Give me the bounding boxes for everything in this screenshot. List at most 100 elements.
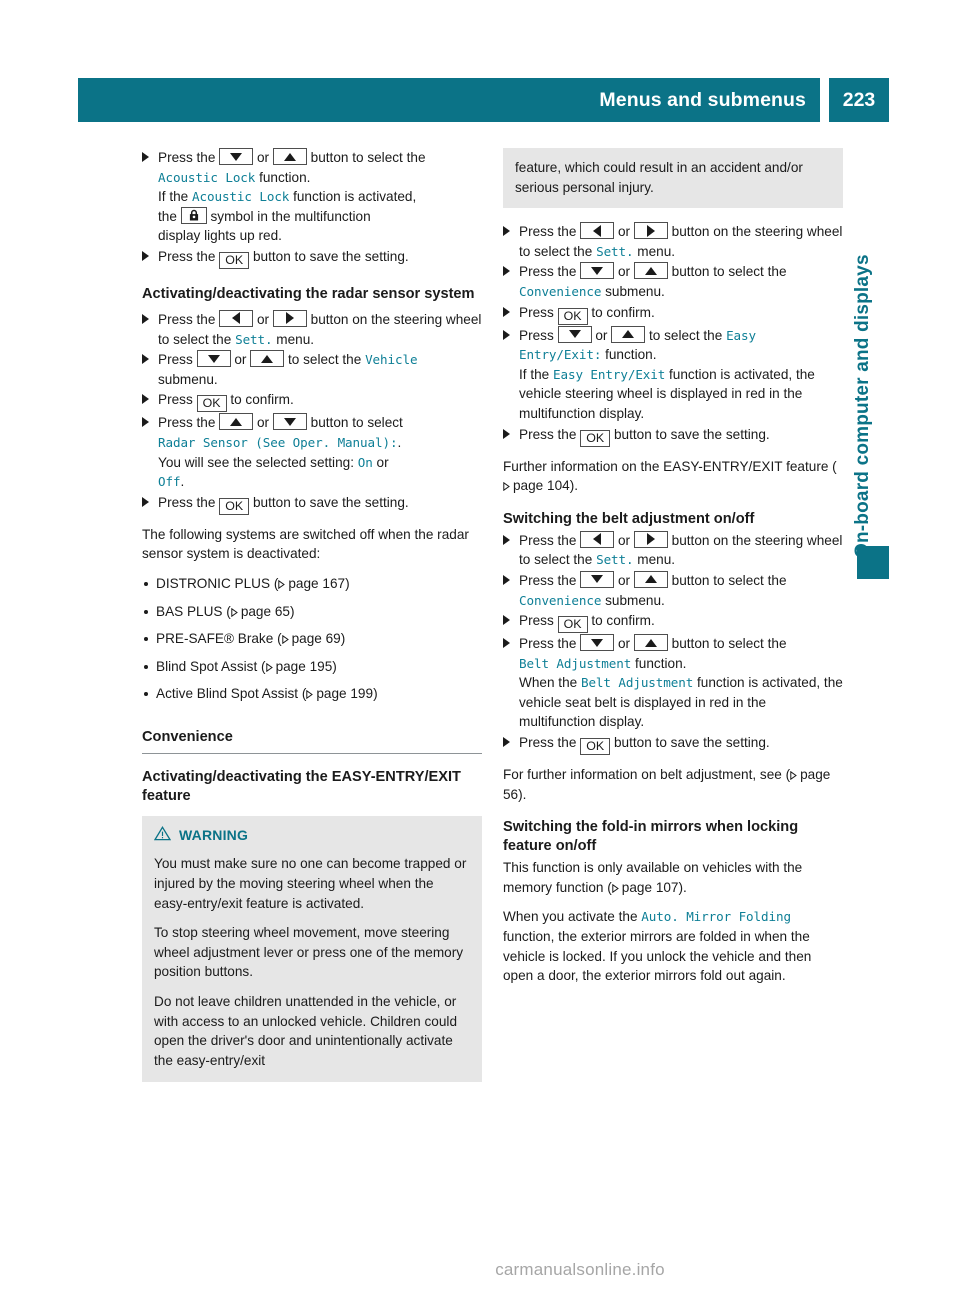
step-triangle-icon — [503, 226, 510, 237]
left-arrow-key[interactable] — [580, 530, 615, 548]
belt-note-end: ). — [518, 786, 527, 802]
easy-entry-steps: Press the or button on the steering whee… — [503, 222, 843, 447]
left-arrow-key[interactable] — [580, 222, 615, 240]
step-triangle-icon — [503, 534, 510, 545]
step-lead: Press the — [158, 311, 216, 327]
step-tail2: function. — [605, 347, 657, 363]
page-header-bar: Menus and submenus — [78, 78, 820, 122]
menu-label: Vehicle — [365, 352, 418, 368]
right-arrow-key[interactable] — [633, 530, 668, 548]
easy-entry-note: Further information on the EASY-ENTRY/EX… — [503, 457, 843, 496]
step-tail2: submenu. — [158, 371, 218, 387]
step-triangle-icon — [503, 428, 510, 439]
step-or: or — [256, 150, 270, 165]
menu-label: Belt Adjustment — [580, 675, 694, 691]
radar-sensor-steps: Press the or button on the steering whee… — [142, 309, 482, 515]
right-arrow-key[interactable] — [633, 222, 668, 240]
page-ref-label[interactable]: page 167 — [288, 576, 345, 591]
up-arrow-key[interactable] — [250, 350, 285, 368]
step-tail2: . — [397, 434, 402, 450]
section-side-tab: On-board computer and displays — [852, 254, 873, 558]
radar-systems-list: DISTRONIC PLUS (page 167) BAS PLUS (page… — [142, 574, 482, 704]
site-watermark: carmanualsonline.info — [0, 1260, 960, 1280]
step-tail: to confirm. — [230, 392, 294, 408]
up-arrow-key[interactable] — [633, 570, 668, 588]
warning-continued-box: feature, which could result in an accide… — [503, 148, 843, 209]
step-triangle-icon — [503, 329, 510, 340]
menu-label: Sett. — [596, 243, 634, 259]
belt-note-text: For further information on belt adjustme… — [503, 767, 791, 783]
belt-note: For further information on belt adjustme… — [503, 765, 843, 804]
left-arrow-key[interactable] — [219, 309, 254, 327]
up-arrow-key[interactable] — [633, 634, 668, 652]
up-arrow-key[interactable] — [633, 262, 668, 280]
step-item: Press the or button on the steering whee… — [142, 309, 482, 349]
page-ref-icon — [612, 883, 619, 893]
list-item-label: Active Blind Spot Assist — [156, 686, 299, 702]
step-tail2: menu. — [276, 331, 315, 347]
warning-continued-text: feature, which could result in an accide… — [515, 160, 803, 195]
up-arrow-key[interactable] — [611, 325, 646, 343]
down-arrow-key[interactable] — [580, 262, 615, 280]
right-arrow-key[interactable] — [272, 309, 307, 327]
ok-key[interactable]: OK — [196, 395, 227, 413]
page-ref-label[interactable]: page 195 — [276, 659, 333, 674]
page-title: Menus and submenus — [599, 88, 806, 111]
setting-on: On — [357, 454, 373, 470]
step-or: or — [617, 572, 631, 588]
up-arrow-key[interactable] — [272, 148, 307, 165]
down-arrow-key[interactable] — [219, 148, 254, 165]
convenience-heading-rule — [142, 752, 482, 754]
step-triangle-icon — [503, 266, 510, 277]
step-triangle-icon — [142, 394, 149, 405]
step-item: Press OK to confirm. — [503, 611, 843, 634]
ok-key[interactable]: OK — [219, 251, 250, 269]
page-ref-label[interactable]: page 65 — [241, 604, 290, 619]
step-triangle-icon — [142, 250, 149, 261]
easy-entry-note-text: Further information on the EASY-ENTRY/EX… — [503, 458, 837, 474]
step-lead: Press — [519, 613, 554, 629]
step-note-a: You will see the selected setting: — [158, 454, 354, 470]
down-arrow-key[interactable] — [272, 413, 307, 431]
step-note-c: the — [158, 208, 177, 224]
warning-paragraph: Do not leave children unattended in the … — [154, 994, 458, 1068]
page-ref-icon — [231, 607, 238, 617]
step-lead: Press the — [519, 636, 577, 652]
menu-label: Sett. — [596, 552, 634, 568]
ok-key[interactable]: OK — [580, 738, 611, 756]
down-arrow-key[interactable] — [196, 350, 231, 368]
mirror-description: When you activate the Auto. Mirror Foldi… — [503, 907, 843, 985]
down-arrow-key[interactable] — [580, 634, 615, 652]
page-ref-label[interactable]: page 107 — [622, 880, 679, 895]
ok-key[interactable]: OK — [219, 497, 250, 515]
step-triangle-icon — [142, 152, 149, 162]
list-item: DISTRONIC PLUS (page 167) — [142, 574, 482, 594]
ok-key[interactable]: OK — [557, 616, 588, 634]
step-note-or: or — [376, 454, 389, 470]
page-ref-label[interactable]: page 69 — [292, 631, 341, 646]
step-lead: Press — [519, 304, 554, 320]
step-or: or — [617, 636, 631, 652]
list-item: Blind Spot Assist (page 195) — [142, 657, 482, 677]
down-arrow-key[interactable] — [580, 570, 615, 588]
menu-label: Radar Sensor (See Oper. Manual): — [158, 434, 398, 450]
step-item: Press the or button on the steering whee… — [503, 222, 843, 261]
list-item: BAS PLUS (page 65) — [142, 602, 482, 622]
step-tail2: menu. — [637, 552, 676, 568]
page-ref-label[interactable]: page 104 — [513, 478, 570, 493]
up-arrow-key[interactable] — [219, 413, 254, 431]
step-lead: Press the — [519, 735, 577, 751]
step-note-b: function is activated, — [293, 189, 417, 205]
down-arrow-key[interactable] — [557, 325, 592, 343]
page-ref-label[interactable]: page 199 — [316, 686, 373, 701]
lock-icon — [189, 210, 198, 221]
page-ref-icon — [281, 635, 289, 645]
menu-label: Auto. Mirror Folding — [641, 909, 791, 925]
page-ref-icon — [790, 771, 797, 781]
step-item: Press the or button to select the Belt A… — [503, 634, 843, 732]
menu-label-partial: Easy — [726, 327, 756, 343]
step-triangle-icon — [503, 638, 510, 649]
ok-key[interactable]: OK — [557, 307, 588, 325]
ok-key[interactable]: OK — [580, 429, 611, 447]
step-or: or — [234, 352, 247, 368]
